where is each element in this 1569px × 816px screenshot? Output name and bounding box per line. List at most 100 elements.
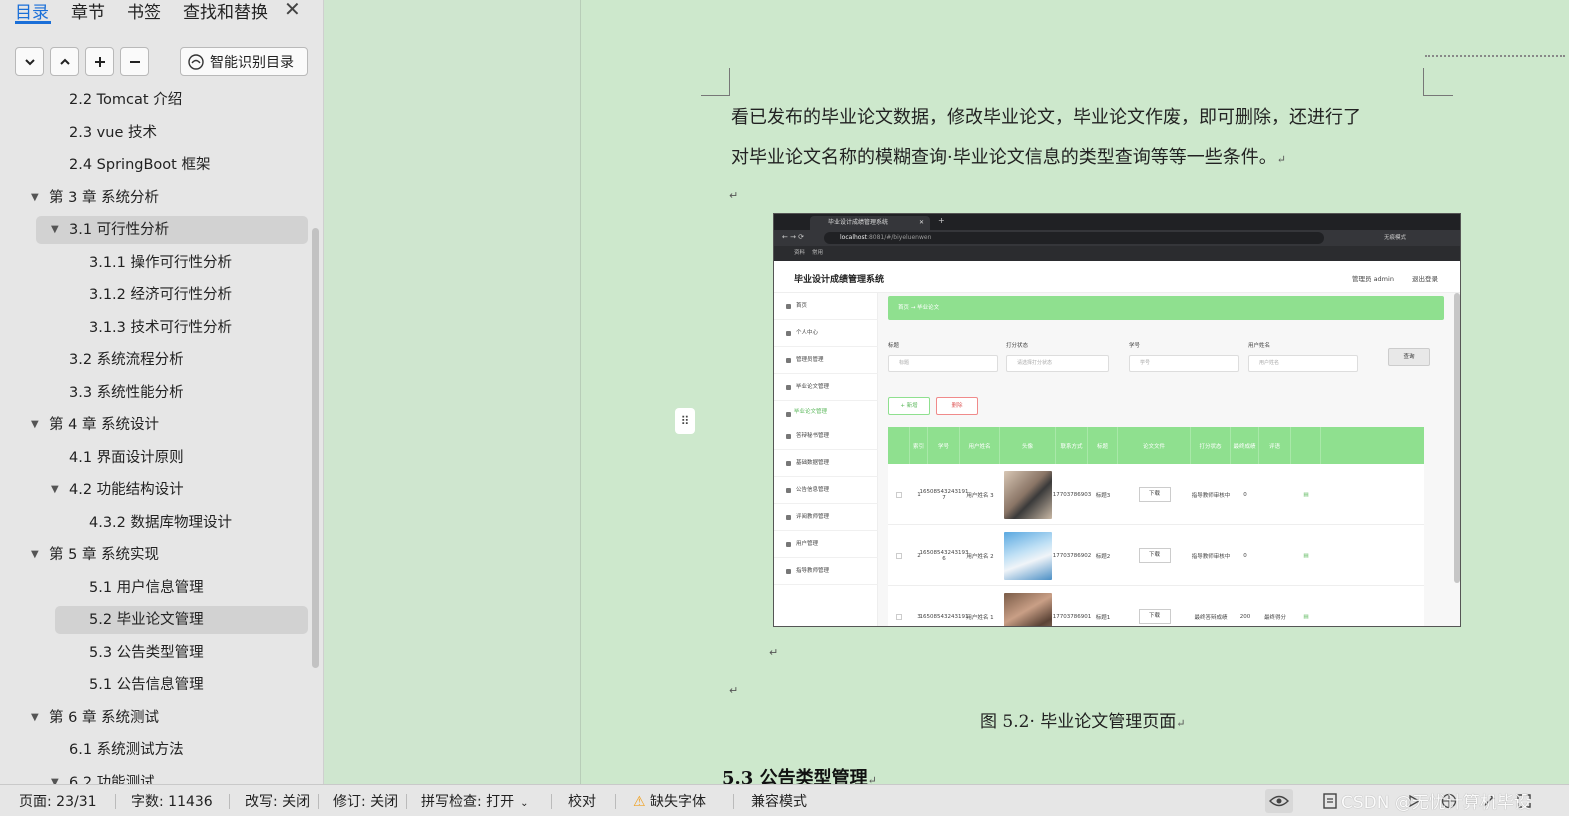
edit-icon: ▤ (1303, 552, 1309, 559)
section-heading[interactable]: 5.3 公告类型管理↵ (722, 764, 877, 784)
toc-item[interactable]: 5.3 公告类型管理 (0, 639, 308, 667)
toc-item[interactable]: ▼ 第 3 章 系统分析 (0, 184, 308, 212)
filter-label: 用户姓名 (1248, 343, 1271, 349)
toc-item-label: 3.1.3 技术可行性分析 (89, 319, 233, 336)
toc-item[interactable]: ▼ 第 5 章 系统实现 (0, 541, 308, 569)
toc-item[interactable]: 3.1.1 操作可行性分析 (0, 249, 308, 277)
edit-icon: ▤ (1303, 613, 1309, 620)
expand-arrow-icon[interactable]: ▼ (51, 476, 59, 504)
rewrite-mode[interactable]: 改写: 关闭 (245, 791, 310, 811)
toc-item[interactable]: 5.1 公告信息管理 (0, 671, 308, 699)
tab-toc[interactable]: 目录 (15, 0, 49, 23)
toc-item-label: 第 4 章 系统设计 (49, 417, 160, 433)
collapse-button[interactable] (15, 47, 44, 76)
close-icon[interactable]: ✕ (284, 0, 301, 21)
toc-item[interactable]: 5.2 毕业论文管理 (55, 606, 308, 634)
smart-toc-button[interactable]: 智能识别目录 (180, 47, 308, 76)
toc-item-label: 6.2 功能测试 (69, 774, 155, 785)
app-sidebar-item: 评阅教师管理 (774, 504, 878, 531)
tab-chapters[interactable]: 章节 (71, 0, 105, 23)
expand-up-button[interactable] (50, 47, 79, 76)
browser-tab: 毕业设计成绩管理系统 ✕ (810, 216, 930, 230)
toc-item-label: 4.1 界面设计原则 (69, 449, 184, 466)
eye-icon[interactable] (1265, 789, 1293, 813)
expand-arrow-icon[interactable]: ▼ (31, 411, 39, 439)
toc-item[interactable]: ▼ 4.2 功能结构设计 (0, 476, 308, 504)
margin-mark (701, 95, 730, 96)
table-cell: 指导教师审核中 (1191, 492, 1231, 499)
missing-font-label: 缺失字体 (650, 794, 707, 810)
toc-item[interactable]: ▼ 第 4 章 系统设计 (0, 411, 308, 439)
toc-item[interactable]: 4.3.2 数据库物理设计 (0, 509, 308, 537)
tab-bookmarks[interactable]: 书签 (127, 0, 161, 23)
app-sidebar-item: 用户管理 (774, 531, 878, 558)
toc-item-label: 2.4 SpringBoot 框架 (69, 157, 211, 173)
url-host: localhost (840, 234, 867, 241)
tab-find-replace[interactable]: 查找和替换 (183, 0, 268, 23)
table-header-cell: 索引 (910, 427, 928, 464)
table-cell: 标题1 (1095, 614, 1111, 621)
toc-item-label: 5.2 毕业论文管理 (89, 612, 204, 628)
status-bar: 页面: 23/31 字数: 11436 改写: 关闭 修订: 关闭 拼写检查: … (0, 784, 1569, 816)
page-view-icon[interactable] (1316, 789, 1344, 813)
remove-heading-button[interactable] (120, 47, 149, 76)
toc-item[interactable]: 3.3 系统性能分析 (0, 379, 308, 407)
add-heading-button[interactable] (85, 47, 114, 76)
margin-mark (729, 68, 730, 96)
expand-arrow-icon[interactable]: ▼ (31, 184, 39, 212)
toc-item[interactable]: ▼ 第 6 章 系统测试 (0, 704, 308, 732)
figure-caption[interactable]: 图 5.2· 毕业论文管理页面↵ (980, 707, 1185, 732)
body-paragraph-line-2[interactable]: 对毕业论文名称的模糊查询·毕业论文信息的类型查询等等一些条件。↵ (731, 143, 1286, 169)
table-header-cell: 头像 (1000, 427, 1056, 464)
drag-handle-icon[interactable]: ⠿ (675, 408, 695, 434)
app-sidebar-item: 毕业论文管理 (774, 374, 878, 401)
app-sidebar-item: 答辩秘书管理 (774, 423, 878, 450)
download-button: 下载 (1138, 609, 1171, 624)
embedded-screenshot[interactable]: 毕业设计成绩管理系统 ✕ + ← → ⟳ localhost:8081/#/biy… (773, 213, 1461, 627)
toc-item[interactable]: 4.1 界面设计原则 (0, 444, 308, 472)
paragraph-mark: ↵ (769, 646, 779, 659)
table-header: 索引 学号 用户姓名 头像 联系方式 标题 论文文件 打分状态 最终成绩 评语 (888, 427, 1424, 464)
missing-font[interactable]: ⚠ 缺失字体 (633, 791, 706, 811)
divider (551, 794, 552, 809)
proofread[interactable]: 校对 (568, 791, 596, 811)
revision-mode[interactable]: 修订: 关闭 (333, 791, 398, 811)
toc-item[interactable]: 2.4 SpringBoot 框架 (0, 151, 308, 179)
plus-icon (94, 56, 105, 67)
toc-item-label: 3.2 系统流程分析 (69, 352, 184, 368)
toc-item[interactable]: 5.1 用户信息管理 (0, 574, 308, 602)
toc-item[interactable]: 3.1.3 技术可行性分析 (0, 314, 308, 342)
table-cell: 指导教师审核中 (1191, 553, 1231, 560)
toc-item[interactable]: 6.1 系统测试方法 (0, 736, 308, 764)
toc-item[interactable]: 2.2 Tomcat 介绍 (0, 86, 308, 114)
app-logout: 退出登录 (1412, 275, 1438, 283)
chevron-down-icon: ⌄ (520, 798, 529, 809)
table-header-cell: 评语 (1259, 427, 1291, 464)
toc-item[interactable]: 3.1.2 经济可行性分析 (0, 281, 308, 309)
expand-arrow-icon[interactable]: ▼ (31, 704, 39, 732)
minus-icon (129, 60, 140, 63)
expand-arrow-icon[interactable]: ▼ (31, 541, 39, 569)
table-cell (888, 525, 910, 586)
expand-arrow-icon[interactable]: ▼ (51, 769, 59, 785)
chevron-up-icon (59, 58, 70, 65)
app-sidebar-item: 基础数据管理 (774, 450, 878, 477)
table-cell (1259, 525, 1291, 586)
body-paragraph-line-1[interactable]: 看已发布的毕业论文数据，修改毕业论文，毕业论文作废，即可删除，还进行了 (731, 103, 1361, 129)
page-count[interactable]: 页面: 23/31 (19, 791, 97, 811)
app-main: 首页 → 毕业论文 标题 打分状态 学号 用户姓名 标题 请选择打分状态 学号 … (878, 293, 1460, 626)
toc-item[interactable]: ▼ 3.1 可行性分析 (36, 216, 308, 244)
table-cell: 下载 (1118, 586, 1191, 626)
expand-arrow-icon[interactable]: ▼ (51, 216, 59, 244)
paragraph-mark: ↵ (1276, 153, 1286, 166)
paragraph-mark: ↵ (1176, 717, 1186, 730)
word-count[interactable]: 字数: 11436 (131, 791, 213, 811)
toc-item[interactable]: 2.3 vue 技术 (0, 119, 308, 147)
nav-scrollbar[interactable] (312, 228, 319, 668)
toc-item[interactable]: 3.2 系统流程分析 (0, 346, 308, 374)
spell-check[interactable]: 拼写检查: 打开 ⌄ (421, 791, 529, 811)
active-tab-indicator (15, 21, 51, 24)
table-cell: 16508543243191 7 (919, 488, 969, 501)
compat-mode[interactable]: 兼容模式 (751, 791, 807, 811)
toc-item[interactable]: ▼ 6.2 功能测试 (0, 769, 308, 785)
